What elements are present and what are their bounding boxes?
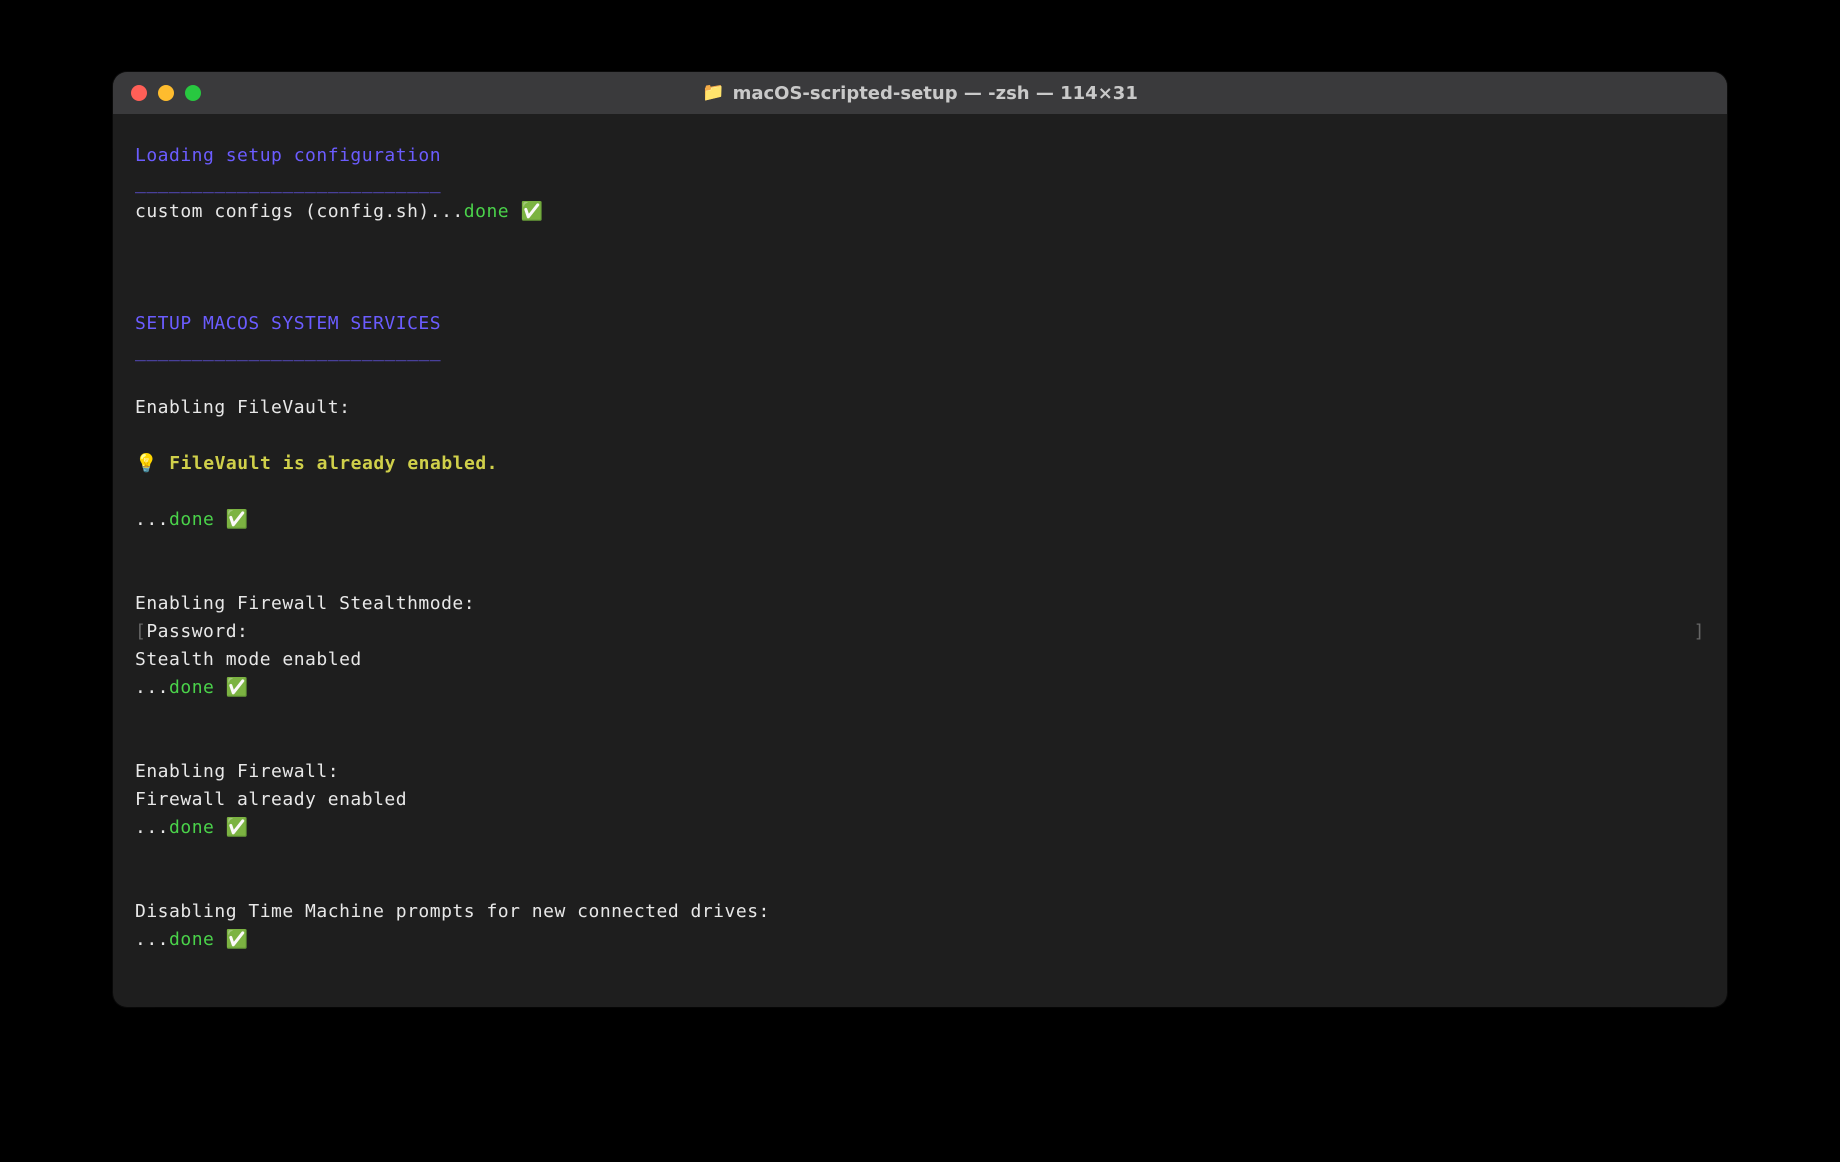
check-icon: ✅	[214, 929, 248, 950]
folder-icon: 📁	[702, 84, 724, 102]
bulb-icon: 💡	[135, 453, 169, 474]
stealth-title: Enabling Firewall Stealthmode:	[135, 593, 475, 614]
check-icon: ✅	[214, 677, 248, 698]
done-text: done	[169, 509, 214, 530]
zoom-button[interactable]	[185, 85, 201, 101]
window-title: 📁 macOS-scripted-setup — -zsh — 114×31	[113, 83, 1727, 104]
done-text: done	[464, 201, 509, 222]
firewall-status: Firewall already enabled	[135, 789, 407, 810]
firewall-title: Enabling Firewall:	[135, 761, 339, 782]
terminal-body[interactable]: Loading setup configuration ____________…	[113, 114, 1727, 1007]
filevault-status: FileVault is already enabled.	[169, 453, 498, 474]
section-underline: ___________________________	[135, 341, 441, 362]
config-line-text: custom configs (config.sh)...	[135, 201, 464, 222]
section-header: Loading setup configuration	[135, 145, 441, 166]
password-prompt-row: [Password:]	[135, 618, 1705, 646]
section-header: SETUP MACOS SYSTEM SERVICES	[135, 313, 441, 334]
window-title-text: macOS-scripted-setup — -zsh — 114×31	[733, 83, 1138, 104]
bracket-close: ]	[1694, 618, 1705, 646]
filevault-title: Enabling FileVault:	[135, 397, 350, 418]
password-label: Password:	[146, 621, 248, 642]
done-text: done	[169, 677, 214, 698]
section-underline: ___________________________	[135, 173, 441, 194]
dots: ...	[135, 677, 169, 698]
done-text: done	[169, 817, 214, 838]
minimize-button[interactable]	[158, 85, 174, 101]
titlebar[interactable]: 📁 macOS-scripted-setup — -zsh — 114×31	[113, 72, 1727, 114]
bracket-open: [	[135, 621, 146, 642]
timemachine-title: Disabling Time Machine prompts for new c…	[135, 901, 770, 922]
dots: ...	[135, 509, 169, 530]
dots: ...	[135, 929, 169, 950]
check-icon: ✅	[214, 509, 248, 530]
traffic-lights	[131, 85, 201, 101]
close-button[interactable]	[131, 85, 147, 101]
check-icon: ✅	[214, 817, 248, 838]
dots: ...	[135, 817, 169, 838]
terminal-window: 📁 macOS-scripted-setup — -zsh — 114×31 L…	[113, 72, 1727, 1007]
done-text: done	[169, 929, 214, 950]
check-icon: ✅	[509, 201, 543, 222]
stealth-enabled-text: Stealth mode enabled	[135, 649, 362, 670]
